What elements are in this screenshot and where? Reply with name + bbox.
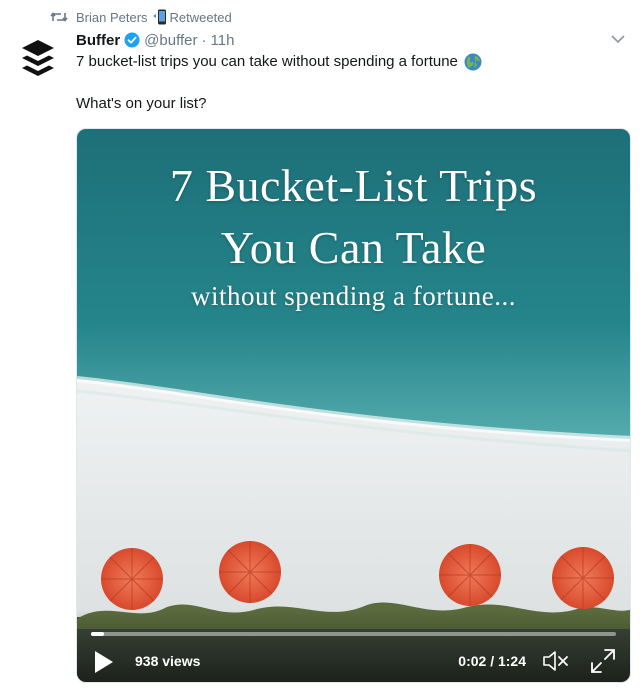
volume-muted-icon[interactable]	[542, 648, 570, 674]
separator-dot: ·	[201, 31, 207, 49]
retweet-icon	[50, 10, 68, 24]
video-timecode: 0:02 / 1:24	[458, 653, 526, 669]
video-controls: 938 views 0:02 / 1:24	[77, 610, 630, 682]
verified-badge-icon	[124, 32, 140, 48]
phone-icon	[152, 9, 167, 25]
video-progress-bar[interactable]	[91, 632, 616, 636]
tweet-text-line2: What's on your list?	[76, 95, 207, 112]
tweet-header: Buffer @buffer · 11h	[76, 30, 234, 50]
retweeted-label: Retweeted	[169, 9, 232, 25]
tweet-timestamp[interactable]: 11h	[211, 32, 235, 49]
retweet-context: Brian Peters Retweeted	[50, 8, 232, 26]
buffer-logo-icon	[22, 40, 54, 76]
video-player[interactable]: 7 Bucket-List Trips You Can Take without…	[76, 128, 631, 683]
play-icon[interactable]	[93, 650, 115, 674]
view-count: 938 views	[135, 653, 201, 669]
tweet-text-line1: 7 bucket-list trips you can take without…	[76, 53, 458, 70]
retweeter-name[interactable]: Brian Peters	[76, 10, 148, 25]
video-title-line1: 7 Bucket-List Trips	[169, 160, 538, 211]
video-title-line2: You Can Take	[220, 222, 487, 273]
author-handle[interactable]: @buffer	[144, 32, 197, 49]
chevron-down-icon[interactable]	[610, 32, 626, 46]
author-name[interactable]: Buffer	[76, 32, 120, 49]
fullscreen-icon[interactable]	[590, 648, 616, 674]
video-title-line3: without spending a fortune...	[191, 281, 516, 311]
tweet-text: 7 bucket-list trips you can take without…	[76, 52, 616, 114]
video-progress-fill	[91, 632, 104, 636]
globe-icon	[464, 53, 482, 71]
video-frame	[77, 129, 630, 682]
avatar[interactable]	[16, 40, 60, 80]
